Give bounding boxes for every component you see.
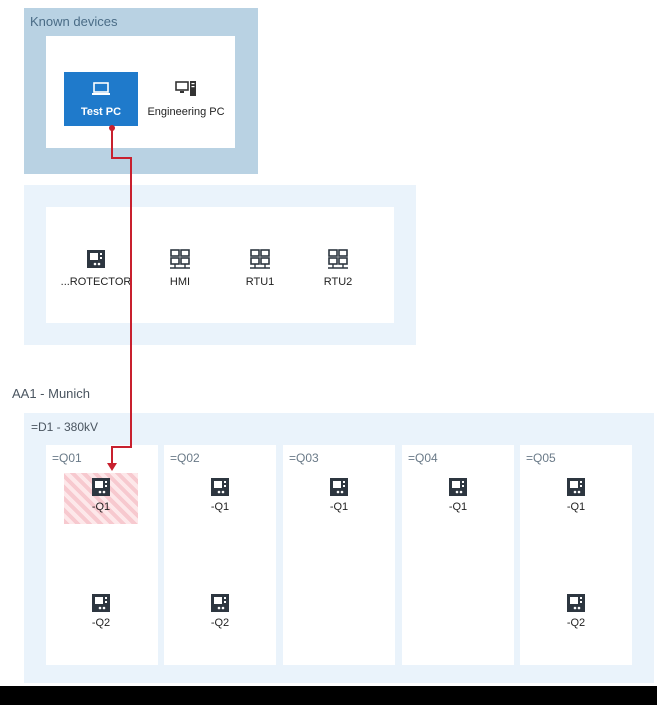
connection-overlay <box>107 125 132 471</box>
connection-arrowhead <box>107 463 117 471</box>
connection-start-dot <box>109 125 115 131</box>
bottom-bar <box>0 686 657 705</box>
connection-line <box>111 128 132 464</box>
